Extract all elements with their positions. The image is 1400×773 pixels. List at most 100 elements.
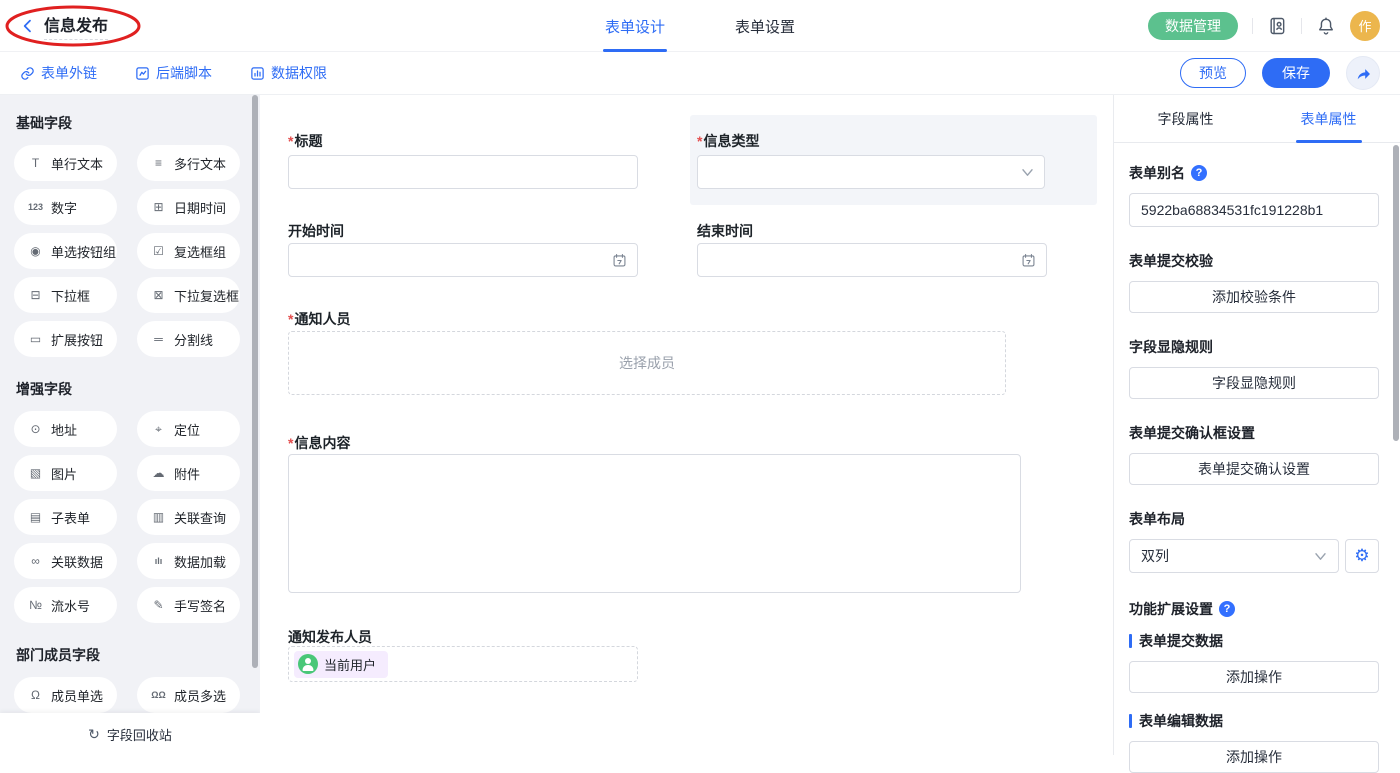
form-alias-heading: 表单别名 ?	[1129, 163, 1379, 183]
add-submit-action-button[interactable]: 添加操作	[1129, 661, 1379, 693]
tab-form-properties[interactable]: 表单属性	[1257, 95, 1400, 142]
notify-members-picker[interactable]: 选择成员	[288, 331, 1006, 395]
info-type-select[interactable]	[697, 155, 1045, 189]
header-tabs: 表单设计 表单设置	[605, 0, 795, 52]
section-member-fields: 部门成员字段	[16, 645, 260, 665]
data-manage-button[interactable]: 数据管理	[1148, 12, 1238, 40]
header: 信息发布 表单设计 表单设置 数据管理 作	[0, 0, 1400, 52]
layout-settings-button[interactable]: ⚙	[1345, 539, 1379, 573]
tab-form-design[interactable]: 表单设计	[605, 0, 665, 52]
person-icon: Ω	[27, 689, 44, 701]
multiline-icon: ≡	[150, 157, 167, 169]
title-field-label: 标题	[288, 131, 322, 151]
form-alias-input[interactable]: 5922ba68834531fc191228b1	[1129, 193, 1379, 227]
preview-button[interactable]: 预览	[1180, 58, 1246, 88]
end-time-input[interactable]	[697, 243, 1047, 277]
user-icon	[298, 654, 318, 674]
palette-item-divider[interactable]: ═分割线	[137, 321, 240, 357]
add-validation-button[interactable]: 添加校验条件	[1129, 281, 1379, 313]
palette-item-multi-dropdown[interactable]: ⊠下拉复选框	[137, 277, 240, 313]
section-basic-fields: 基础字段	[16, 113, 260, 133]
submit-data-subheading: 表单提交数据	[1129, 631, 1379, 651]
palette-item-attachment[interactable]: ☁附件	[137, 455, 240, 491]
divider-line-icon: ═	[150, 333, 167, 345]
calendar-icon	[612, 253, 627, 268]
publisher-picker[interactable]: 当前用户	[288, 646, 638, 682]
palette-item-checkbox-group[interactable]: ☑复选框组	[137, 233, 240, 269]
submit-confirm-settings-button[interactable]: 表单提交确认设置	[1129, 453, 1379, 485]
calendar-icon	[1021, 253, 1036, 268]
back-button[interactable]	[20, 18, 36, 34]
serial-number-icon: №	[27, 599, 44, 611]
start-time-input[interactable]	[288, 243, 638, 277]
bell-icon	[1316, 16, 1336, 36]
text-cursor-icon: T	[27, 157, 44, 169]
field-visibility-rules-button[interactable]: 字段显隐规则	[1129, 367, 1379, 399]
save-button[interactable]: 保存	[1262, 58, 1330, 88]
start-time-field-label: 开始时间	[288, 221, 344, 241]
address-book-icon	[1267, 16, 1287, 36]
form-canvas: 标题 信息类型 开始时间 结束时间 通知人员 选择成员 信息内容 通知发布人员	[260, 95, 1113, 755]
form-validation-heading: 表单提交校验	[1129, 251, 1379, 271]
tab-field-properties[interactable]: 字段属性	[1114, 95, 1257, 142]
info-content-textarea[interactable]	[288, 454, 1021, 593]
field-recycle-bin-button[interactable]: ↻ 字段回收站	[0, 713, 260, 755]
field-visibility-heading: 字段显隐规则	[1129, 337, 1379, 357]
data-permission-icon	[250, 66, 265, 81]
palette-item-member-single[interactable]: Ω成员单选	[14, 677, 117, 713]
form-designer-app: 信息发布 表单设计 表单设置 数据管理 作	[0, 0, 1400, 755]
palette-item-datetime[interactable]: ⊞日期时间	[137, 189, 240, 225]
data-permission-button[interactable]: 数据权限	[250, 63, 327, 83]
field-palette-sidebar: 基础字段 T单行文本 ≡多行文本 123数字 ⊞日期时间 ◉单选按钮组 ☑复选框…	[0, 95, 260, 755]
page-title: 信息发布	[44, 12, 108, 40]
number-icon: 123	[27, 203, 44, 212]
form-layout-select[interactable]: 双列	[1129, 539, 1339, 573]
gear-icon: ⚙	[1354, 546, 1369, 566]
calendar-icon: ⊞	[150, 201, 167, 213]
people-icon: ΩΩ	[150, 691, 167, 700]
palette-item-member-multi[interactable]: ΩΩ成员多选	[137, 677, 240, 713]
palette-item-signature[interactable]: ✎手写签名	[137, 587, 240, 623]
backend-script-button[interactable]: 后端脚本	[135, 63, 212, 83]
link-icon	[20, 66, 35, 81]
multi-dropdown-icon: ⊠	[150, 289, 167, 301]
palette-item-dropdown[interactable]: ⊟下拉框	[14, 277, 117, 313]
cloud-upload-icon: ☁	[150, 467, 167, 479]
palette-item-location[interactable]: ⌖定位	[137, 411, 240, 447]
add-edit-action-button[interactable]: 添加操作	[1129, 741, 1379, 773]
image-icon: ▧	[27, 467, 44, 479]
notifications-button[interactable]	[1316, 16, 1336, 36]
avatar[interactable]: 作	[1350, 11, 1380, 41]
back-chevron-icon	[20, 18, 36, 34]
palette-item-address[interactable]: ⊙地址	[14, 411, 117, 447]
form-external-link-button[interactable]: 表单外链	[20, 63, 97, 83]
palette-item-multi-line-text[interactable]: ≡多行文本	[137, 145, 240, 181]
palette-item-image[interactable]: ▧图片	[14, 455, 117, 491]
notify-members-field-label: 通知人员	[288, 309, 350, 329]
title-input[interactable]	[288, 155, 638, 189]
palette-item-relation-data[interactable]: ∞关联数据	[14, 543, 117, 579]
palette-item-serial-number[interactable]: №流水号	[14, 587, 117, 623]
palette-item-radio-group[interactable]: ◉单选按钮组	[14, 233, 117, 269]
share-button[interactable]	[1346, 56, 1380, 90]
palette-item-subform[interactable]: ▤子表单	[14, 499, 117, 535]
capsule-button-icon: ▭	[27, 333, 44, 345]
submit-confirm-heading: 表单提交确认框设置	[1129, 423, 1379, 443]
contacts-button[interactable]	[1267, 16, 1287, 36]
palette-item-single-line-text[interactable]: T单行文本	[14, 145, 117, 181]
edit-data-subheading: 表单编辑数据	[1129, 711, 1379, 731]
tab-form-settings[interactable]: 表单设置	[735, 0, 795, 52]
palette-item-relation-query[interactable]: ▥关联查询	[137, 499, 240, 535]
help-icon[interactable]: ?	[1219, 601, 1235, 617]
current-user-tag[interactable]: 当前用户	[294, 651, 388, 678]
help-icon[interactable]: ?	[1191, 165, 1207, 181]
panel-scrollbar[interactable]	[1393, 145, 1399, 441]
palette-item-extend-button[interactable]: ▭扩展按钮	[14, 321, 117, 357]
extension-settings-heading: 功能扩展设置 ?	[1129, 599, 1379, 619]
divider	[1252, 18, 1253, 34]
palette-item-number[interactable]: 123数字	[14, 189, 117, 225]
palette-item-data-load[interactable]: ılı数据加载	[137, 543, 240, 579]
divider	[1301, 18, 1302, 34]
chevron-down-icon	[1021, 168, 1034, 177]
sidebar-scrollbar[interactable]	[252, 95, 258, 668]
